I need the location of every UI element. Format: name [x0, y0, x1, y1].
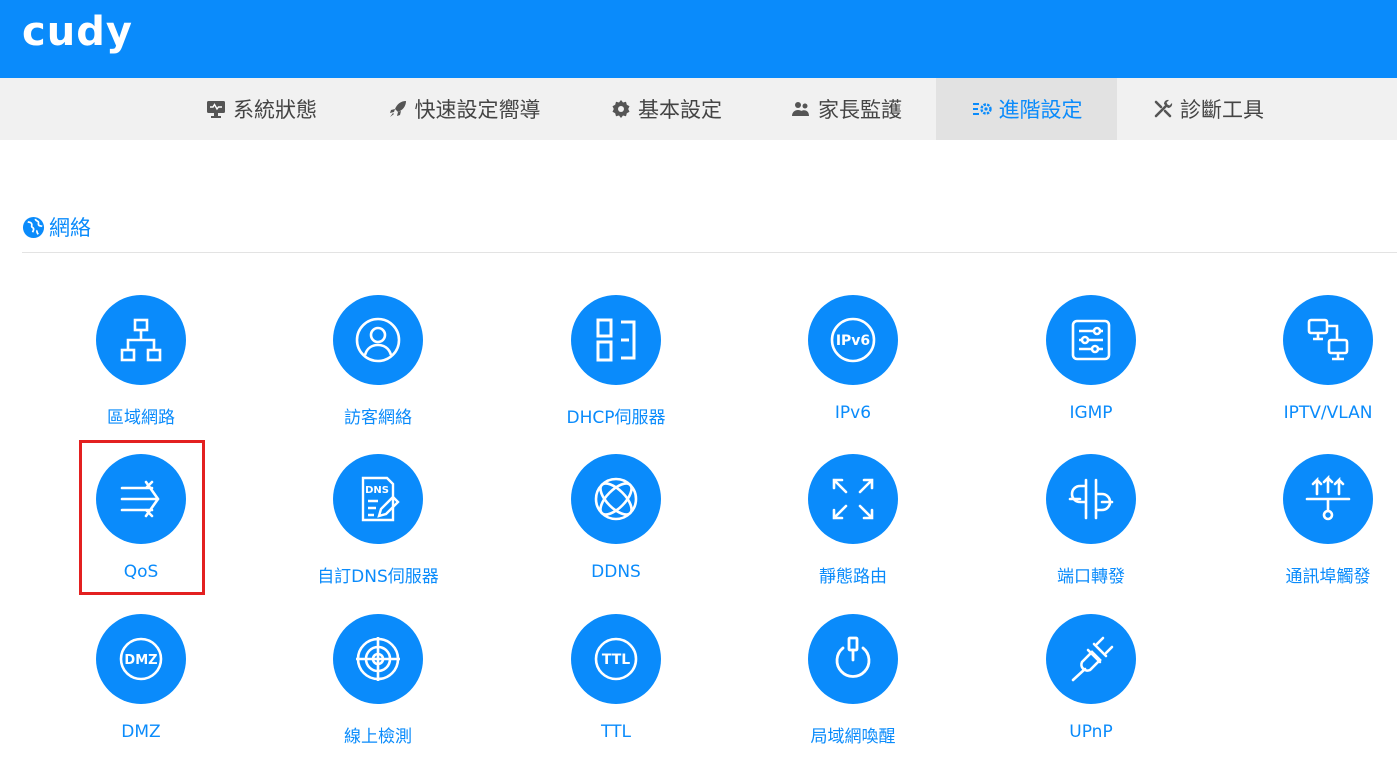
svg-text:DMZ: DMZ — [124, 653, 157, 668]
section-divider — [22, 252, 1397, 253]
tile-ipv6[interactable]: IPv6 IPv6 — [753, 295, 953, 445]
tile-label: UPnP — [1069, 722, 1113, 742]
dmz-icon: DMZ — [96, 614, 186, 704]
dns-icon: DNS — [333, 454, 423, 544]
tile-label: IPTV/VLAN — [1283, 403, 1373, 423]
tile-guest-network[interactable]: 訪客網絡 — [278, 295, 478, 445]
tile-static-route[interactable]: 靜態路由 — [753, 454, 953, 604]
tile-igmp[interactable]: IGMP — [991, 295, 1191, 445]
online-detection-icon — [333, 614, 423, 704]
tile-label: DDNS — [591, 562, 641, 582]
tile-label: 自訂DNS伺服器 — [317, 567, 439, 587]
nav-quick-setup[interactable]: 快速設定嚮導 — [366, 78, 561, 140]
tile-lan[interactable]: 區域網路 — [41, 295, 241, 445]
tile-ttl[interactable]: TTL TTL — [516, 614, 716, 764]
lan-icon — [96, 295, 186, 385]
tile-label: 通訊埠觸發 — [1285, 567, 1371, 587]
nav-label: 家長監護 — [818, 98, 902, 122]
nav-label: 快速設定嚮導 — [414, 98, 541, 122]
globe-icon — [22, 216, 45, 238]
nav-label: 基本設定 — [638, 98, 722, 122]
tile-label: DHCP伺服器 — [566, 408, 666, 428]
port-forward-icon — [1046, 454, 1136, 544]
nav-parental-control[interactable]: 家長監護 — [772, 78, 920, 140]
monitor-icon — [205, 98, 227, 120]
tile-label: QoS — [123, 562, 159, 582]
tile-qos[interactable]: QoS — [41, 454, 241, 604]
tile-upnp[interactable]: UPnP — [991, 614, 1191, 764]
ddns-icon — [571, 454, 661, 544]
tile-wake-on-lan[interactable]: 局域網喚醒 — [753, 614, 953, 764]
tile-port-triggering[interactable]: 通訊埠觸發 — [1228, 454, 1397, 604]
tile-label: 區域網路 — [107, 408, 175, 428]
tile-port-forwarding[interactable]: 端口轉發 — [991, 454, 1191, 604]
top-header: cudy — [0, 0, 1397, 78]
ttl-icon: TTL — [571, 614, 661, 704]
tile-label: 局域網喚醒 — [810, 727, 896, 747]
tile-dmz[interactable]: DMZ DMZ — [41, 614, 241, 764]
svg-text:DNS: DNS — [365, 485, 389, 496]
igmp-icon — [1046, 295, 1136, 385]
tile-label: 訪客網絡 — [344, 408, 412, 428]
users-icon — [790, 98, 812, 120]
rocket-icon — [387, 98, 409, 120]
cudy-logo[interactable]: cudy — [22, 6, 133, 58]
tile-label: IGMP — [1069, 403, 1113, 423]
tile-custom-dns[interactable]: DNS 自訂DNS伺服器 — [278, 454, 478, 604]
nav-basic-settings[interactable]: 基本設定 — [592, 78, 740, 140]
gear-icon — [610, 98, 632, 120]
svg-text:IPv6: IPv6 — [836, 333, 870, 349]
ipv6-icon: IPv6 — [808, 295, 898, 385]
tile-label: 端口轉發 — [1057, 567, 1125, 587]
section-title: 網絡 — [49, 216, 91, 240]
iptv-icon — [1283, 295, 1373, 385]
tile-online-detection[interactable]: 線上檢測 — [278, 614, 478, 764]
nav-advanced-settings[interactable]: 進階設定 — [936, 78, 1117, 140]
static-route-icon — [808, 454, 898, 544]
section-network-heading: 網絡 — [22, 212, 91, 242]
nav-label: 系統狀態 — [233, 98, 317, 122]
nav-label: 進階設定 — [998, 98, 1083, 122]
nav-label: 診斷工具 — [1180, 98, 1264, 122]
guest-icon — [333, 295, 423, 385]
tile-label: 線上檢測 — [344, 727, 412, 747]
wake-on-lan-icon — [808, 614, 898, 704]
tile-label: 靜態路由 — [819, 567, 887, 587]
advanced-settings-icon — [971, 98, 993, 120]
tile-dhcp-server[interactable]: DHCP伺服器 — [516, 295, 716, 445]
nav-diagnostic-tools[interactable]: 診斷工具 — [1134, 78, 1282, 140]
upnp-icon — [1046, 614, 1136, 704]
qos-icon — [96, 454, 186, 544]
tools-icon — [1152, 98, 1174, 120]
tile-iptv-vlan[interactable]: IPTV/VLAN — [1228, 295, 1397, 445]
dhcp-icon — [571, 295, 661, 385]
tile-ddns[interactable]: DDNS — [516, 454, 716, 604]
tile-label: IPv6 — [834, 403, 872, 423]
svg-text:TTL: TTL — [602, 652, 630, 668]
tile-label: DMZ — [121, 722, 161, 742]
port-trigger-icon — [1283, 454, 1373, 544]
main-nav: 系統狀態 快速設定嚮導 基本設定 家長監護 進階設定 診斷工具 — [0, 78, 1397, 140]
nav-system-status[interactable]: 系統狀態 — [186, 78, 336, 140]
tile-label: TTL — [601, 722, 631, 742]
